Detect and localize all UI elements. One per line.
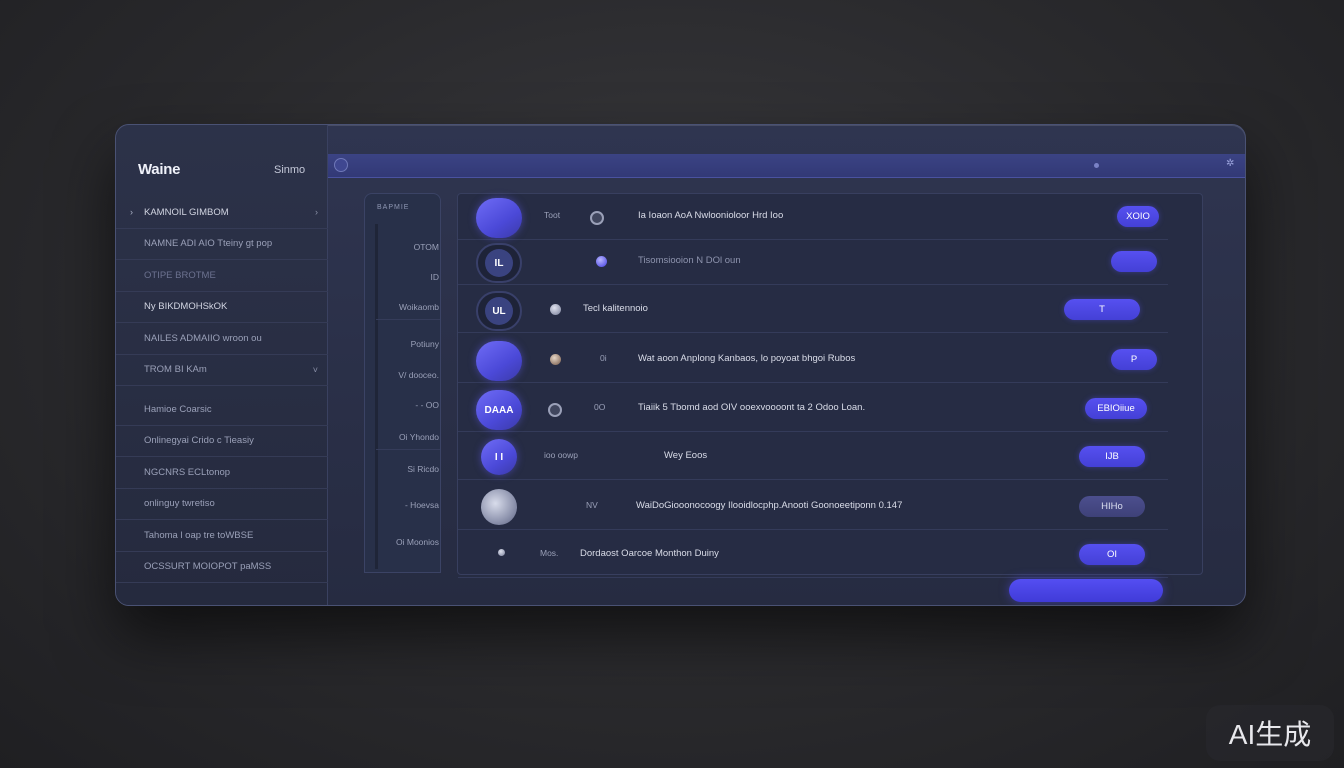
row-action-button[interactable] [1111,251,1157,272]
dot-icon [1094,163,1099,168]
sidebar-item-label: NAMNE ADI AIO Tteiny gt pop [144,238,273,250]
status-badge-icon [550,354,561,365]
sidebar-item-label: NAILES ADMAIIO wroon ou [144,332,262,344]
dot-icon [498,549,505,556]
avatar-initials: UL [485,297,513,325]
row-action-button[interactable]: OI [1079,544,1145,565]
sidebar-list: › KAMNOIL GIMBOM › NAMNE ADI AIO Tteiny gt … [116,197,328,583]
status-badge-icon [548,403,562,417]
list-item[interactable]: DAAA 0O Tiaiik 5 Tbomd aod OIV ooexvoooont… [458,386,1168,432]
status-badge-icon [550,304,561,315]
avatar[interactable]: UL [476,291,522,331]
panel-item[interactable]: V/ dooceo. [398,362,440,388]
primary-action-button[interactable] [1009,579,1163,602]
sidebar-item[interactable]: Onlinegyai Crido c Tieasiy [116,426,328,457]
row-meta: NV [586,500,598,510]
app-window: Waine Sinmo › KAMNOIL GIMBOM › NAMNE ADI AI… [115,124,1246,606]
row-action-button[interactable]: T [1064,299,1140,320]
settings-icon[interactable]: ✲ [1226,158,1234,169]
sidebar-item[interactable]: NAILES ADMAIIO wroon ou [116,323,328,355]
row-text: WaiDoGiooonocoogy Ilooidlocphp.Anooti Go… [636,500,903,511]
panel-item[interactable]: Potiuny [411,331,440,357]
sidebar-item-label: Onlinegyai Crido c Tieasiy [144,435,254,447]
row-meta: ioo oowp [544,450,579,460]
avatar[interactable]: DAAA [476,390,522,430]
brand-title: Waine [138,161,181,178]
sidebar-item-label: Ny BIKDMOHSkOK [144,301,228,313]
row-action-button[interactable]: IJB [1079,446,1145,467]
ai-watermark: AI生成 [1206,705,1334,761]
status-badge-icon [590,211,604,225]
row-meta: 0i [600,353,607,363]
brand-subtitle: Sinmo [274,164,306,176]
sidebar-item-label: NGCNRS ECLtonop [144,466,231,478]
sidebar-item[interactable]: OCSSURT MOIOPOT paMSS [116,552,328,583]
sidebar-item[interactable]: onlinguy twretiso [116,489,328,520]
panel-item[interactable]: Oi Yhondo [376,424,440,450]
row-text: Tiaiik 5 Tbomd aod OIV ooexvoooont ta 2 … [638,402,866,413]
status-badge-icon [596,256,607,267]
avatar[interactable]: IL [476,243,522,283]
avatar[interactable] [476,198,522,238]
row-action-button[interactable]: XOIO [1117,206,1159,227]
row-action-button[interactable]: EBIOiiue [1085,398,1147,419]
row-meta: Mos. [540,548,559,558]
row-text: Wey Eoos [664,450,708,461]
list-item[interactable]: UL Tecl kalitennoio T [458,287,1168,333]
circle-icon[interactable] [334,158,348,172]
panel-item[interactable]: Si Ricdo [407,456,440,482]
sidebar-item-label: OTIPE BROTME [144,269,216,281]
sidebar-item-label: OCSSURT MOIOPOT paMSS [144,561,272,573]
panel-item[interactable]: OTOM [414,234,440,260]
avatar-initials: IL [485,249,513,277]
panel-item[interactable]: - - OO [415,392,440,418]
panel-item[interactable]: - Hoevsa [405,492,440,518]
avatar[interactable] [481,489,517,525]
sidebar-item-label: onlinguy twretiso [144,498,215,510]
sidebar-item-label: TROM BI KAm [144,364,207,376]
avatar[interactable] [476,341,522,381]
panel-scrollbar[interactable] [375,224,378,569]
filter-panel: BAPMIE OTOM ID Woikaomb Potiuny V/ dooceo. - … [364,193,441,573]
sidebar-item[interactable]: NGCNRS ECLtonop [116,457,328,489]
panel-item[interactable]: Oi Moonios [396,529,440,555]
sidebar-item[interactable]: Ny BIKDMOHSkOK [116,292,328,323]
row-meta: 0O [594,402,606,412]
list-item[interactable]: IL Tisomsiooion N DOl oun [458,239,1168,285]
sidebar-item[interactable]: OTIPE BROTME [116,260,328,292]
sidebar-item[interactable]: Hamioe Coarsic [116,394,328,426]
row-action-button[interactable]: HIHo [1079,496,1145,517]
chevron-right-icon: › [130,207,133,218]
sidebar: Waine Sinmo › KAMNOIL GIMBOM › NAMNE ADI AI… [116,125,328,605]
panel-header: BAPMIE [377,204,410,211]
sidebar-item[interactable]: Tahoma l oap tre toWBSE [116,520,328,552]
panel-item[interactable]: Woikaomb [376,294,440,320]
sidebar-item[interactable]: › KAMNOIL GIMBOM › [116,197,328,229]
message-list: Toot Ia Ioaon AoA Nwloonioloor Hrd Ioo XOI… [457,193,1203,578]
row-action-button[interactable]: P [1111,349,1157,370]
chevron-icon: ˅ [312,364,318,375]
avatar[interactable]: I I [481,439,517,475]
panel-item[interactable]: ID [431,264,441,290]
sidebar-item[interactable]: NAMNE ADI AIO Tteiny gt pop [116,229,328,260]
row-meta: Toot [544,210,561,220]
list-item[interactable]: 0i Wat aoon Anplong Kanbaos, lo poyoat bh… [458,337,1168,383]
sidebar-item-label: Tahoma l oap tre toWBSE [144,529,254,541]
list-item[interactable]: Toot Ia Ioaon AoA Nwloonioloor Hrd Ioo XOI… [458,194,1168,240]
row-text: Tecl kalitennoio [583,303,648,314]
sidebar-item[interactable]: TROM BI KAm ˅ [116,355,328,386]
list-item[interactable]: I I ioo oowp Wey Eoos IJB [458,434,1168,480]
row-text: Ia Ioaon AoA Nwloonioloor Hrd Ioo [638,210,784,221]
list-item[interactable]: Mos. Dordaost Oarcoe Monthon Duiny OI [458,532,1168,578]
list-item[interactable]: NV WaiDoGiooonocoogy Ilooidlocphp.Anooti … [458,484,1168,530]
top-bar: ✲ [328,154,1245,178]
chevron-icon: › [315,207,318,218]
row-text: Wat aoon Anplong Kanbaos, lo poyoat bhgo… [638,353,856,364]
row-text: Dordaost Oarcoe Monthon Duiny [580,548,719,559]
sidebar-item-label: KAMNOIL GIMBOM [144,206,229,218]
sidebar-item-label: Hamioe Coarsic [144,403,212,415]
row-text: Tisomsiooion N DOl oun [638,255,741,266]
